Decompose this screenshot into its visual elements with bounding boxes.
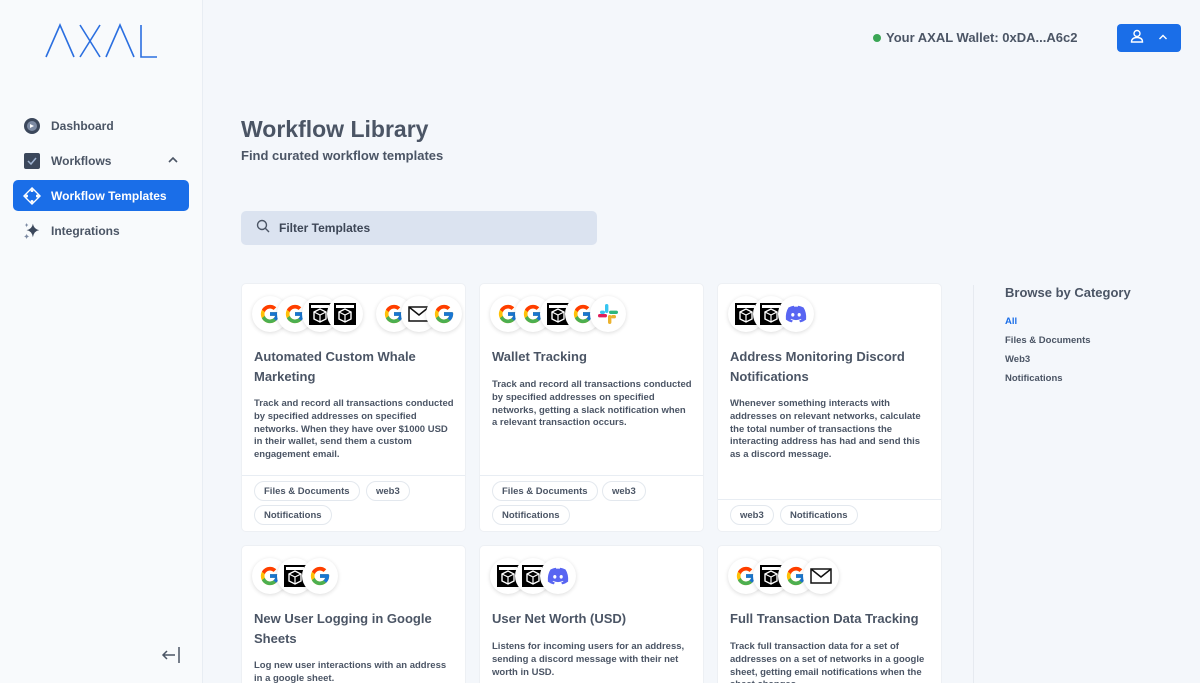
mail-icon [803, 558, 839, 594]
integration-icons [728, 558, 839, 598]
tag-web3[interactable]: web3 [602, 481, 646, 501]
discord-icon [778, 296, 814, 332]
card-description: Track full transaction data for a set of… [730, 641, 925, 683]
templates-icon [23, 186, 41, 205]
category-notifications[interactable]: Notifications [1005, 373, 1063, 384]
card-title: Wallet Tracking [492, 349, 587, 364]
card-divider [718, 499, 941, 500]
sidebar-item-integrations[interactable]: Integrations [13, 215, 189, 246]
sidebar-item-label: Workflows [51, 153, 112, 168]
chevron-up-icon [1158, 29, 1168, 47]
card-title: New User Logging in Google Sheets [254, 611, 432, 646]
card-description: Track and record all transactions conduc… [492, 379, 692, 429]
tag-files-documents[interactable]: Files & Documents [492, 481, 598, 501]
card-divider [480, 475, 703, 476]
template-card-user-net-worth[interactable]: User Net Worth (USD) Listens for incomin… [479, 545, 704, 683]
template-card-full-transaction-tracking[interactable]: Full Transaction Data Tracking Track ful… [717, 545, 942, 683]
search-icon [256, 219, 270, 238]
collapse-sidebar-icon[interactable] [160, 644, 182, 666]
integration-icons [252, 558, 338, 598]
sidebar: Dashboard Workflows Workflow Templates I… [0, 0, 203, 683]
category-divider [973, 285, 974, 683]
chain-icon [327, 296, 363, 332]
tag-web3[interactable]: web3 [730, 505, 774, 525]
tag-notifications[interactable]: Notifications [780, 505, 858, 525]
card-divider [242, 475, 465, 476]
category-all[interactable]: All [1005, 316, 1017, 327]
card-description: Whenever something interacts with addres… [730, 398, 921, 461]
category-files-documents[interactable]: Files & Documents [1005, 335, 1091, 346]
integration-icons [728, 296, 814, 336]
integration-icons [490, 558, 576, 598]
status-online-icon [873, 33, 881, 42]
google-icon [302, 558, 338, 594]
google-icon [426, 296, 462, 332]
template-card-whale-marketing[interactable]: Automated Custom Whale Marketing Track a… [241, 283, 466, 532]
sidebar-item-label: Workflow Templates [51, 188, 167, 203]
sidebar-item-label: Integrations [51, 223, 120, 238]
sidebar-item-workflows[interactable]: Workflows [13, 145, 189, 176]
discord-icon [540, 558, 576, 594]
card-title: Automated Custom Whale Marketing [254, 349, 416, 384]
axal-logo[interactable] [44, 22, 159, 60]
wallet-status: Your AXAL Wallet: 0xDA...A6c2 [873, 30, 1077, 45]
card-title: Address Monitoring Discord Notifications [730, 349, 905, 384]
sidebar-item-label: Dashboard [51, 118, 114, 133]
tag-notifications[interactable]: Notifications [254, 505, 332, 525]
template-card-wallet-tracking[interactable]: Wallet Tracking Track and record all tra… [479, 283, 704, 532]
sidebar-item-workflow-templates[interactable]: Workflow Templates [13, 180, 189, 211]
template-card-new-user-logging[interactable]: New User Logging in Google Sheets Log ne… [241, 545, 466, 683]
slack-icon [590, 296, 626, 332]
sidebar-item-dashboard[interactable]: Dashboard [13, 110, 189, 141]
category-web3[interactable]: Web3 [1005, 354, 1030, 365]
tag-files-documents[interactable]: Files & Documents [254, 481, 360, 501]
template-card-address-monitoring[interactable]: Address Monitoring Discord Notifications… [717, 283, 942, 532]
page-subtitle: Find curated workflow templates [241, 148, 444, 163]
chevron-up-icon[interactable] [167, 154, 179, 169]
browse-by-category-title: Browse by Category [1005, 285, 1131, 300]
integration-icons [252, 296, 462, 336]
card-description: Track and record all transactions conduc… [254, 398, 454, 461]
user-menu-button[interactable] [1117, 24, 1181, 52]
card-title: Full Transaction Data Tracking [730, 611, 919, 626]
dashboard-icon [23, 117, 41, 135]
filter-templates-input[interactable] [279, 221, 579, 235]
sparkle-icon [23, 222, 41, 240]
card-title: User Net Worth (USD) [492, 611, 627, 626]
card-description: Log new user interactions with an addres… [254, 660, 447, 683]
filter-templates-field[interactable] [241, 211, 597, 245]
tag-notifications[interactable]: Notifications [492, 505, 570, 525]
integration-icons [490, 296, 626, 336]
page-title: Workflow Library [241, 116, 429, 142]
card-description: Listens for incoming users for an addres… [492, 641, 685, 678]
user-icon [1130, 29, 1144, 48]
workflows-icon [23, 152, 41, 170]
tag-web3[interactable]: web3 [366, 481, 410, 501]
wallet-address-text: Your AXAL Wallet: 0xDA...A6c2 [886, 30, 1078, 45]
